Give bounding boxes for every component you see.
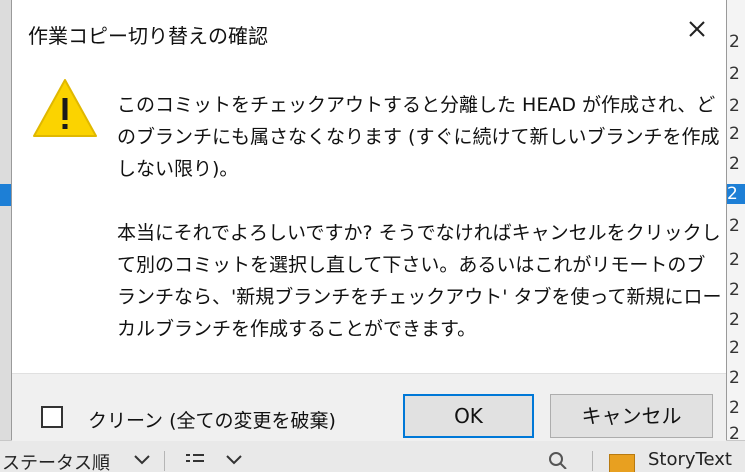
background-list-cell: 2: [729, 124, 740, 144]
toolbar-divider: [592, 451, 593, 471]
background-list-cell: 2: [729, 368, 740, 388]
dialog-message: このコミットをチェックアウトすると分離した HEAD が作成され、どのブランチに…: [117, 89, 722, 345]
list-icon[interactable]: [186, 453, 204, 467]
search-icon[interactable]: [548, 451, 568, 469]
close-icon[interactable]: [682, 14, 712, 44]
cancel-button[interactable]: キャンセル: [550, 394, 713, 438]
background-list-cell: 2: [729, 310, 740, 330]
dialog-title: 作業コピー切り替えの確認: [28, 24, 268, 48]
ok-button[interactable]: OK: [403, 394, 534, 438]
background-selected-row: [0, 184, 11, 206]
chevron-down-icon[interactable]: [226, 455, 242, 465]
background-list-cell: 2: [727, 184, 745, 204]
warning-icon: [33, 79, 97, 137]
background-list-cell: 2: [729, 96, 740, 116]
background-list-cell: 2: [729, 64, 740, 84]
background-list-cell: 2: [729, 338, 740, 358]
chevron-down-icon[interactable]: [134, 455, 150, 465]
storytext-label[interactable]: StoryText: [648, 449, 732, 470]
background-list-cell: 2: [729, 32, 740, 52]
background-toolbar: ステータス順 StoryText: [0, 440, 745, 472]
background-list-cell: 2: [729, 250, 740, 270]
storytext-icon: [609, 454, 635, 472]
confirm-checkout-dialog: 作業コピー切り替えの確認 このコミットをチェックアウトすると分離した HEAD …: [11, 0, 727, 441]
clean-checkbox[interactable]: [41, 406, 63, 428]
clean-checkbox-label[interactable]: クリーン (全ての変更を破棄): [88, 406, 336, 433]
background-list-cell: 2: [729, 216, 740, 236]
message-paragraph: 本当にそれでよろしいですか? そうでなければキャンセルをクリックして別のコミット…: [117, 222, 722, 340]
toolbar-divider: [164, 451, 165, 471]
sort-order-label[interactable]: ステータス順: [2, 449, 110, 472]
dialog-footer: クリーン (全ての変更を破棄) OK キャンセル: [12, 373, 726, 441]
background-list-cell: 2: [729, 398, 740, 418]
background-list-cell: 2: [729, 154, 740, 174]
message-paragraph: このコミットをチェックアウトすると分離した HEAD が作成され、どのブランチに…: [117, 94, 720, 180]
background-list-cell: 2: [729, 280, 740, 300]
background-list-column: 2 2 2 2 2 2 2 2 2 2 2 2 2 2: [727, 0, 745, 471]
